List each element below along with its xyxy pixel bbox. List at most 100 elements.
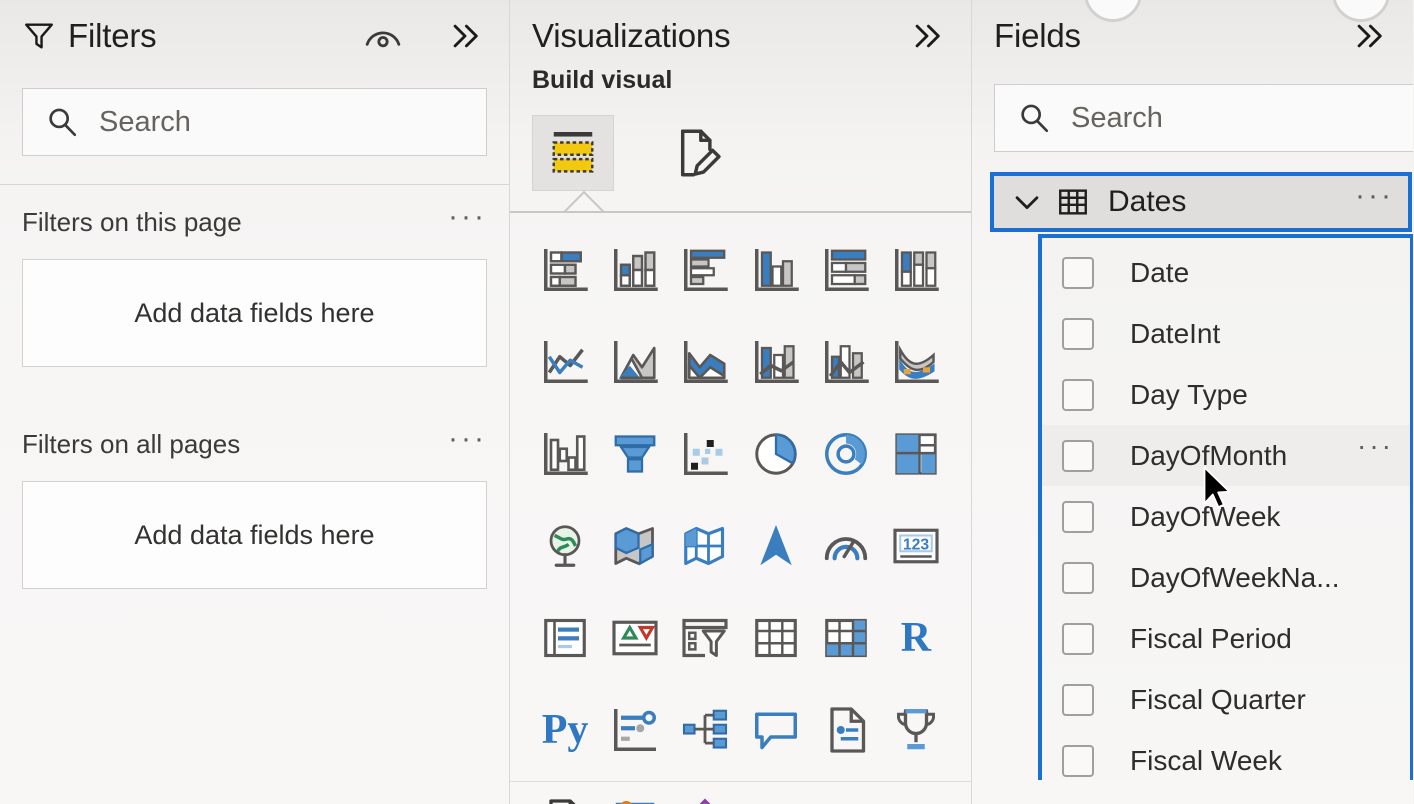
kpi-icon[interactable]	[600, 603, 670, 673]
field-checkbox[interactable]	[1062, 683, 1094, 716]
filters-on-all-pages-menu[interactable]: ···	[448, 424, 487, 455]
power-automate-icon[interactable]	[740, 787, 810, 804]
collapse-fields-pane-icon[interactable]	[1347, 19, 1391, 53]
r-script-visual-icon[interactable]: R	[881, 603, 951, 673]
chevron-down-icon[interactable]	[1010, 185, 1044, 219]
build-visual-tab[interactable]	[532, 115, 614, 191]
funnel-chart-icon[interactable]	[600, 419, 670, 489]
power-apps-icon[interactable]	[670, 787, 740, 804]
line-chart-icon[interactable]	[530, 327, 600, 397]
visualizations-pane-header: Visualizations	[510, 0, 971, 62]
card-icon[interactable]: 123	[881, 511, 951, 581]
filters-on-all-pages-dropzone[interactable]: Add data fields here	[22, 481, 487, 589]
key-influencers-icon[interactable]	[600, 695, 670, 765]
clustered-column-chart-icon[interactable]	[740, 235, 810, 305]
format-visual-tab[interactable]	[658, 115, 740, 191]
metrics-icon[interactable]	[881, 695, 951, 765]
visualization-type-grid: 123 R Py ···	[510, 213, 971, 804]
line-and-stacked-column-chart-icon[interactable]	[740, 327, 810, 397]
line-and-clustered-column-chart-icon[interactable]	[811, 327, 881, 397]
filters-pane: Filters Search Filters on this page ··· …	[0, 0, 510, 804]
waterfall-chart-icon[interactable]	[530, 419, 600, 489]
qna-icon[interactable]	[740, 695, 810, 765]
fields-search-input[interactable]: Search	[994, 84, 1413, 152]
field-row[interactable]: Fiscal Period	[1042, 608, 1410, 669]
ribbon-chart-icon[interactable]	[881, 327, 951, 397]
fields-table-group: Dates ···	[972, 172, 1413, 232]
power-bi-panes: Filters Search Filters on this page ··· …	[0, 0, 1414, 804]
python-visual-icon[interactable]: Py	[530, 695, 600, 765]
field-row[interactable]: DayOfWeekNa...	[1042, 547, 1410, 608]
matrix-icon[interactable]	[811, 603, 881, 673]
field-row[interactable]: Day Type	[1042, 364, 1410, 425]
clustered-bar-chart-icon[interactable]	[670, 235, 740, 305]
field-row[interactable]: DayOfWeek	[1042, 486, 1410, 547]
fields-search-placeholder: Search	[1071, 101, 1163, 134]
collapse-visualizations-pane-icon[interactable]	[905, 19, 949, 53]
field-label: DateInt	[1130, 317, 1221, 349]
eye-icon[interactable]	[363, 21, 403, 51]
fields-title: Fields	[994, 17, 1081, 54]
fields-table-dates-row[interactable]: Dates ···	[990, 172, 1412, 232]
filters-on-all-pages-group: Filters on all pages ··· Add data fields…	[0, 407, 509, 589]
area-chart-icon[interactable]	[600, 327, 670, 397]
filters-on-this-page-menu[interactable]: ···	[448, 202, 487, 233]
field-checkbox[interactable]	[1062, 500, 1094, 533]
100-percent-stacked-bar-chart-icon[interactable]	[811, 235, 881, 305]
filters-on-this-page-dropzone[interactable]: Add data fields here	[22, 259, 487, 367]
collapse-filters-pane-icon[interactable]	[443, 19, 487, 53]
field-label: Fiscal Week	[1130, 744, 1282, 776]
visualizations-bottom-divider	[510, 781, 971, 782]
field-checkbox[interactable]	[1062, 744, 1094, 777]
field-checkbox[interactable]	[1062, 561, 1094, 594]
donut-chart-icon[interactable]	[811, 419, 881, 489]
fields-table-menu[interactable]: ···	[1355, 181, 1394, 213]
field-checkbox[interactable]	[1062, 256, 1094, 289]
100-percent-stacked-column-chart-icon[interactable]	[881, 235, 951, 305]
field-row[interactable]: Fiscal Quarter	[1042, 669, 1410, 730]
slicer-icon[interactable]	[670, 603, 740, 673]
build-visual-label: Build visual	[532, 66, 673, 94]
visual-tab-underline	[510, 191, 971, 213]
field-row[interactable]: Date	[1042, 242, 1410, 303]
stacked-bar-chart-icon[interactable]	[530, 235, 600, 305]
filled-map-icon[interactable]	[600, 511, 670, 581]
field-row[interactable]: DateInt	[1042, 303, 1410, 364]
field-checkbox[interactable]	[1062, 439, 1094, 472]
table-icon[interactable]	[740, 603, 810, 673]
search-icon	[45, 105, 79, 139]
smart-narrative-icon[interactable]	[811, 695, 881, 765]
treemap-icon[interactable]	[881, 419, 951, 489]
field-checkbox[interactable]	[1062, 317, 1094, 350]
field-checkbox[interactable]	[1062, 378, 1094, 411]
stacked-column-chart-icon[interactable]	[600, 235, 670, 305]
field-context-menu[interactable]: ···	[1357, 432, 1394, 460]
funnel-icon	[22, 19, 56, 53]
multi-row-card-icon[interactable]	[530, 603, 600, 673]
more-visuals-icon[interactable]: ···	[811, 787, 881, 804]
paginated-report-icon[interactable]	[530, 787, 600, 804]
azure-map-icon[interactable]	[740, 511, 810, 581]
pie-chart-icon[interactable]	[740, 419, 810, 489]
viz-grid-empty-cell	[881, 787, 951, 804]
gauge-icon[interactable]	[811, 511, 881, 581]
field-row[interactable]: Fiscal Week	[1042, 730, 1410, 791]
fields-list: Date DateInt Day Type DayOfMonth ··· Day…	[1038, 234, 1413, 780]
visualizations-title: Visualizations	[532, 17, 731, 54]
field-label: DayOfWeekNa...	[1130, 561, 1340, 593]
field-label: Date	[1130, 256, 1190, 288]
decomposition-tree-icon[interactable]	[670, 695, 740, 765]
filters-search-input[interactable]: Search	[22, 88, 487, 156]
field-label: Fiscal Quarter	[1130, 683, 1306, 715]
field-checkbox[interactable]	[1062, 622, 1094, 655]
arcgis-maps-icon[interactable]	[600, 787, 670, 804]
scatter-chart-icon[interactable]	[670, 419, 740, 489]
stacked-area-chart-icon[interactable]	[670, 327, 740, 397]
field-row[interactable]: DayOfMonth ···	[1042, 425, 1410, 486]
map-icon[interactable]	[530, 511, 600, 581]
filters-gap	[0, 367, 509, 407]
shape-map-icon[interactable]	[670, 511, 740, 581]
visualizations-pane: Visualizations Build visual 123 R Py	[510, 0, 972, 804]
filters-on-this-page-header: Filters on this page ···	[22, 185, 487, 259]
field-label: DayOfWeek	[1130, 500, 1281, 532]
